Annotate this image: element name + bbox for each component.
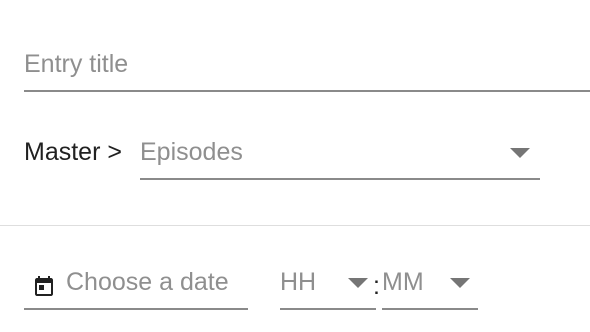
time-separator: : <box>373 272 380 300</box>
minutes-select-value: MM <box>382 268 424 296</box>
chevron-down-icon <box>450 278 470 288</box>
entry-title-placeholder: Entry title <box>24 50 129 78</box>
category-select[interactable]: Episodes <box>140 132 540 180</box>
entry-title-input[interactable]: Entry title <box>24 46 590 92</box>
calendar-icon[interactable] <box>32 274 56 298</box>
section-divider <box>0 225 590 226</box>
breadcrumb-prefix: Master > <box>24 138 122 166</box>
category-select-value: Episodes <box>140 138 243 166</box>
chevron-down-icon <box>348 278 368 288</box>
hours-select[interactable]: HH <box>280 262 376 310</box>
chevron-down-icon <box>510 148 530 158</box>
hours-select-value: HH <box>280 268 317 296</box>
minutes-select[interactable]: MM <box>382 262 478 310</box>
date-picker-input[interactable]: Choose a date <box>24 262 248 310</box>
date-picker-placeholder: Choose a date <box>66 268 229 296</box>
